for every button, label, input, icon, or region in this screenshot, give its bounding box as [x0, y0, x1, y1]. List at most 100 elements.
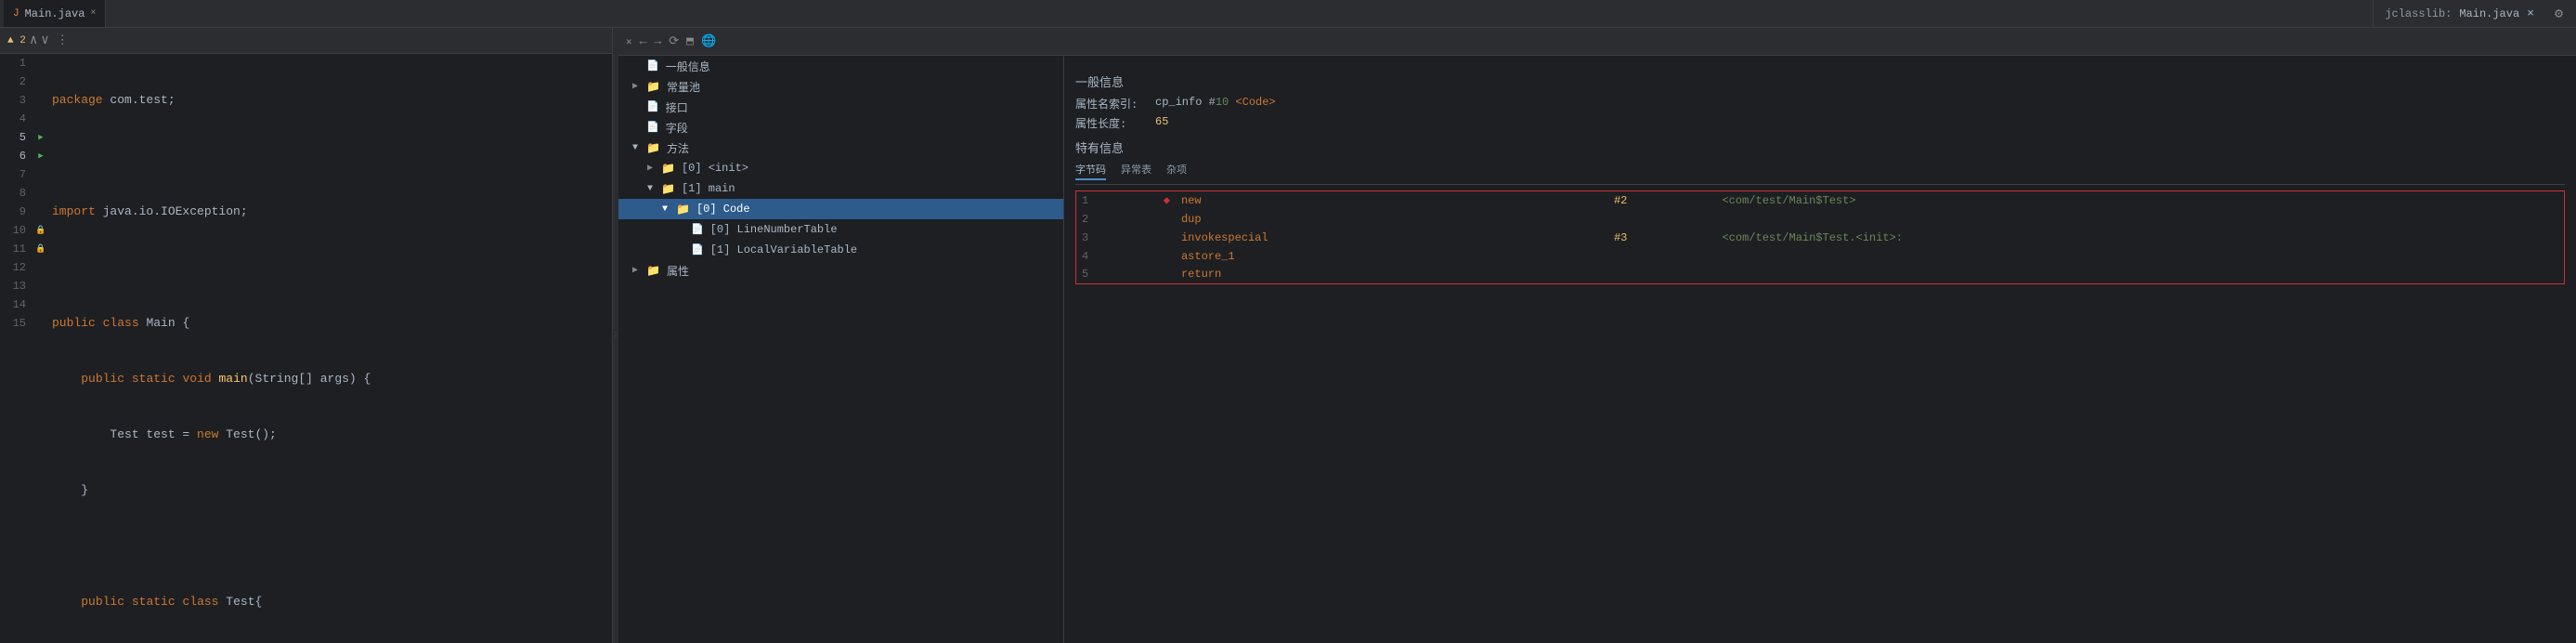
file-icon-lnt: 📄: [691, 223, 704, 236]
tree-item-code[interactable]: ▼ 📁 [0] Code: [618, 199, 1063, 219]
attr-name-row: 属性名索引: cp_info #10 <Code>: [1075, 96, 2565, 112]
bc-ref-4: [1716, 247, 2564, 266]
code-content[interactable]: package com.test; import java.io.IOExcep…: [48, 54, 612, 643]
bc-ref-3: <com/test/Main$Test.<init>:: [1716, 229, 2564, 247]
classviewer-refresh-icon[interactable]: ⟳: [669, 34, 679, 48]
tree-item-general[interactable]: 📄 一般信息: [618, 56, 1063, 76]
tree-arrow-constants: ▶: [632, 81, 644, 92]
attr-name-label: 属性名索引:: [1075, 96, 1150, 112]
classviewer-body: 📄 一般信息 ▶ 📁 常量池 📄 接口: [618, 56, 2576, 643]
bc-ln-3: 3: [1076, 229, 1158, 247]
cp-info-num: 10: [1216, 96, 1229, 109]
tab-bytecode[interactable]: 字节码: [1075, 162, 1106, 180]
classviewer-forward-icon[interactable]: →: [654, 34, 661, 48]
tree-item-init[interactable]: ▶ 📁 [0] <init>: [618, 158, 1063, 178]
bc-op-1: new: [1176, 191, 1608, 210]
code-line-10: public static class Test{: [52, 593, 612, 611]
general-info-title: 一般信息: [1075, 72, 2565, 90]
tree-label-code: [0] Code: [696, 203, 750, 216]
bc-ln-5: 5: [1076, 266, 1158, 284]
bytecode-row-5: 5 return: [1076, 266, 2565, 284]
line-num-9: 9: [0, 203, 26, 221]
attr-len-value: 65: [1155, 115, 1168, 128]
bc-num-3: #3: [1608, 229, 1717, 247]
classviewer-tab-close[interactable]: ×: [2527, 7, 2534, 20]
class-viewer: ✕ ← → ⟳ ⬒ 🌐 📄 一般信息 ▶: [618, 28, 2576, 643]
tree-arrow-methods: ▼: [632, 143, 644, 153]
line-num-8: 8: [0, 184, 26, 203]
classviewer-tab-label: Main.java: [2459, 7, 2519, 20]
classviewer-save-icon[interactable]: ⬒: [686, 34, 694, 48]
bytecode-table: 1 ◆ new #2 <com/test/Main$Test> 2 dup: [1075, 190, 2565, 284]
lock-icon-11: 🔒: [33, 240, 48, 258]
breakpoint-arrow-6[interactable]: ▶: [33, 147, 48, 165]
bc-ln-1: 1: [1076, 191, 1158, 210]
editor-tab-close[interactable]: ×: [90, 8, 96, 19]
folder-icon-attributes: 📁: [646, 264, 660, 278]
tree-panel: 📄 一般信息 ▶ 📁 常量池 📄 接口: [618, 56, 1064, 643]
tab-exceptions[interactable]: 异常表: [1121, 162, 1151, 180]
tab-misc[interactable]: 杂项: [1166, 162, 1187, 180]
editor-tab[interactable]: J Main.java ×: [4, 0, 106, 27]
line-num-7: 7: [0, 165, 26, 184]
code-line-8: }: [52, 481, 612, 500]
code-line-5: public class Main {: [52, 314, 612, 333]
bc-ln-2: 2: [1076, 210, 1158, 229]
classviewer-globe-icon[interactable]: 🌐: [701, 34, 716, 48]
line-num-4: 4: [0, 110, 26, 128]
bc-arrow-3: [1158, 229, 1176, 247]
line-num-11: 11: [0, 240, 26, 258]
line-num-12: 12: [0, 258, 26, 277]
line-num-3: 3: [0, 91, 26, 110]
code-line-9: [52, 537, 612, 556]
tree-item-fields[interactable]: 📄 字段: [618, 117, 1063, 138]
line-num-10: 10: [0, 221, 26, 240]
attr-len-row: 属性长度: 65: [1075, 115, 2565, 131]
bytecode-row-1: 1 ◆ new #2 <com/test/Main$Test>: [1076, 191, 2565, 210]
tree-item-main[interactable]: ▼ 📁 [1] main: [618, 178, 1063, 199]
bc-ln-4: 4: [1076, 247, 1158, 266]
bc-num-2: [1608, 210, 1717, 229]
special-tabs: 字节码 异常表 杂项: [1075, 162, 2565, 185]
settings-gear-icon[interactable]: ⚙: [2555, 5, 2563, 22]
file-icon-interface: 📄: [646, 100, 659, 113]
file-icon-fields: 📄: [646, 121, 659, 134]
line-num-2: 2: [0, 72, 26, 91]
tree-item-localvariabletable[interactable]: 📄 [1] LocalVariableTable: [618, 240, 1063, 260]
file-icon-lvt: 📄: [691, 243, 704, 256]
bc-op-5: return: [1176, 266, 1608, 284]
bc-op-2: dup: [1176, 210, 1608, 229]
classviewer-close-icon[interactable]: ✕: [626, 35, 632, 48]
classviewer-back-icon[interactable]: ←: [640, 34, 647, 48]
tree-item-methods[interactable]: ▼ 📁 方法: [618, 138, 1063, 158]
props-panel: 一般信息 属性名索引: cp_info #10 <Code> 属性长度: 65 …: [1064, 56, 2576, 643]
folder-icon-init: 📁: [661, 162, 675, 176]
tree-label-general: 一般信息: [666, 59, 710, 74]
line-num-14: 14: [0, 295, 26, 314]
bc-arrow-4: [1158, 247, 1176, 266]
tree-label-lvt: [1] LocalVariableTable: [710, 243, 857, 256]
bc-ref-2: [1716, 210, 2564, 229]
tree-item-attributes[interactable]: ▶ 📁 属性: [618, 260, 1063, 281]
classviewer-header: ✕ ← → ⟳ ⬒ 🌐: [618, 28, 2576, 56]
nav-up-arrow[interactable]: ∧: [30, 33, 37, 48]
file-icon-general: 📄: [646, 59, 659, 72]
tree-arrow-init: ▶: [647, 163, 658, 174]
attr-name-value: cp_info #10 <Code>: [1155, 96, 1276, 109]
code-line-6: public static void main(String[] args) {: [52, 370, 612, 388]
line-num-15: 15: [0, 314, 26, 333]
bc-num-4: [1608, 247, 1717, 266]
menu-dots-icon[interactable]: ⋮: [57, 33, 69, 47]
warning-badge[interactable]: ▲ 2: [7, 35, 26, 46]
special-section: 特有信息 字节码 异常表 杂项 1 ◆ new #2: [1075, 138, 2565, 284]
breakpoint-arrow-5[interactable]: ▶: [33, 128, 48, 147]
tree-item-linenumbertable[interactable]: 📄 [0] LineNumberTable: [618, 219, 1063, 240]
nav-down-arrow[interactable]: ∨: [41, 33, 48, 48]
code-line-7: Test test = new Test();: [52, 426, 612, 444]
tree-item-interface[interactable]: 📄 接口: [618, 97, 1063, 117]
tree-label-constants: 常量池: [667, 79, 700, 95]
bytecode-row-4: 4 astore_1: [1076, 247, 2565, 266]
tree-label-fields: 字段: [666, 120, 688, 136]
tree-item-constants[interactable]: ▶ 📁 常量池: [618, 76, 1063, 97]
bytecode-row-2: 2 dup: [1076, 210, 2565, 229]
